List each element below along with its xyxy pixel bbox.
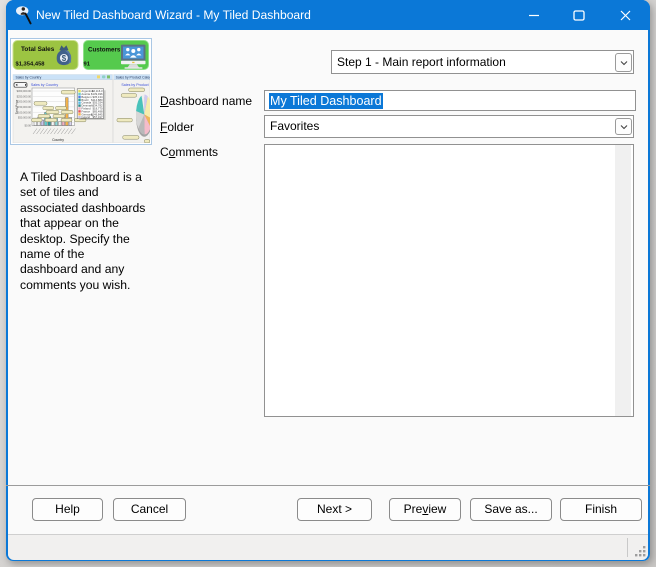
svg-text:$250,000.00: $250,000.00 bbox=[17, 94, 32, 98]
svg-text:Country: Country bbox=[52, 138, 64, 142]
svg-text:Sales by Product: Sales by Product bbox=[121, 83, 148, 87]
svg-text:$100,000.00: $100,000.00 bbox=[17, 110, 32, 114]
svg-text:Sales by Product Category: Sales by Product Category bbox=[116, 75, 150, 79]
svg-text:$50,000.00: $50,000.00 bbox=[18, 116, 32, 120]
svg-text:Customers: Customers bbox=[88, 46, 121, 53]
svg-text:$150,000.00: $150,000.00 bbox=[17, 105, 32, 109]
svg-text:$200,000.00: $200,000.00 bbox=[17, 100, 32, 104]
svg-text:Sales by Country: Sales by Country bbox=[31, 83, 59, 87]
svg-text:$57,317: $57,317 bbox=[92, 115, 103, 119]
svg-text:$1,354,458: $1,354,458 bbox=[16, 61, 46, 67]
svg-text:$0.00: $0.00 bbox=[25, 123, 32, 127]
svg-text:Total Sales: Total Sales bbox=[21, 46, 55, 53]
svg-text:$300,000.00: $300,000.00 bbox=[17, 89, 32, 93]
svg-text:Total Price: Total Price bbox=[15, 100, 19, 115]
svg-text:Sales by Country: Sales by Country bbox=[16, 75, 42, 79]
svg-text:$: $ bbox=[62, 54, 67, 63]
svg-text:Ireland: Ireland bbox=[81, 115, 90, 119]
svg-text:91: 91 bbox=[84, 62, 91, 68]
